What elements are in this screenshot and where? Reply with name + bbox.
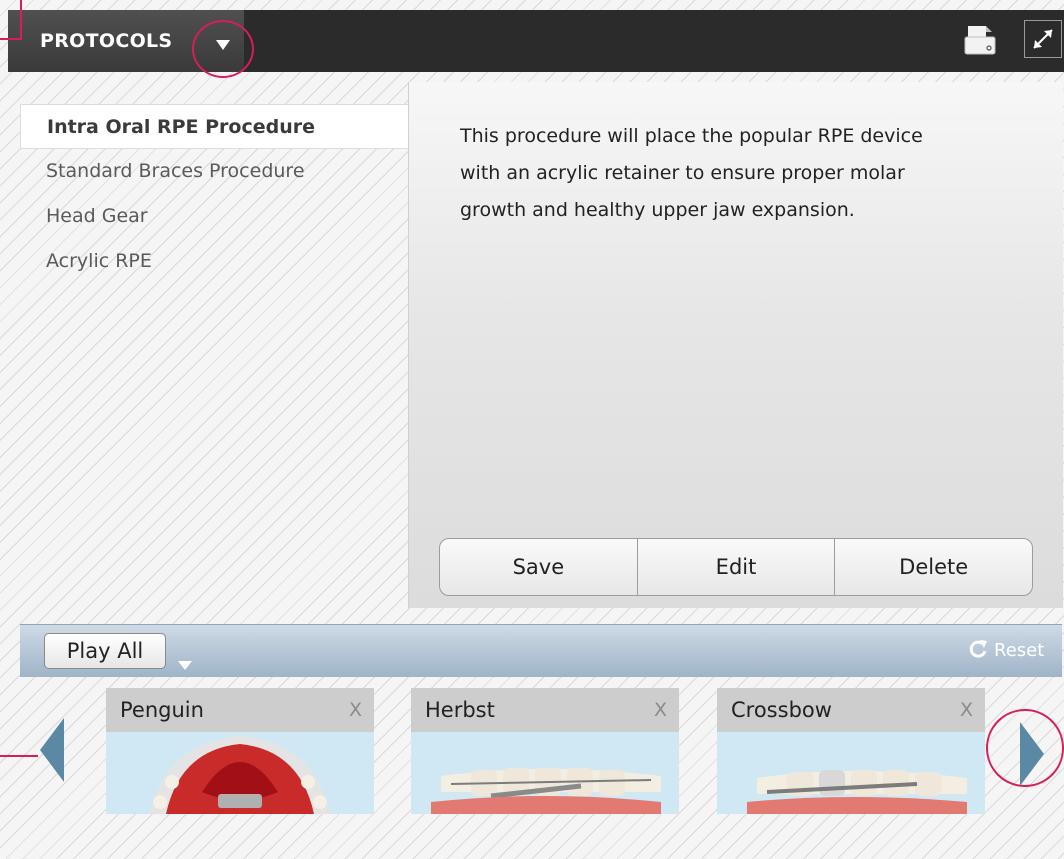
playlist-card-penguin[interactable]: Penguin X <box>106 688 374 814</box>
remove-card-button[interactable]: X <box>654 699 667 721</box>
highlight-connector <box>0 755 38 757</box>
play-all-button[interactable]: Play All <box>44 633 166 669</box>
action-button-group: Save Edit Delete <box>439 538 1033 596</box>
previous-arrow-icon[interactable] <box>40 718 64 786</box>
delete-button[interactable]: Delete <box>835 539 1032 595</box>
save-button[interactable]: Save <box>440 539 638 595</box>
edit-button[interactable]: Edit <box>638 539 836 595</box>
highlight-connector <box>0 38 22 40</box>
description-line: This procedure will place the popular RP… <box>460 125 923 147</box>
next-arrow-icon[interactable] <box>1020 722 1044 790</box>
penguin-thumbnail <box>106 732 374 814</box>
card-title: Crossbow <box>731 698 832 722</box>
expand-icon[interactable] <box>1024 20 1062 58</box>
playlist-toolbar: Play All Reset <box>20 624 1062 677</box>
playlist-card-herbst[interactable]: Herbst X <box>411 688 679 814</box>
crossbow-thumbnail <box>717 732 985 814</box>
playlist-card-crossbow[interactable]: Crossbow X <box>717 688 985 814</box>
card-title: Penguin <box>120 698 204 722</box>
highlight-connector <box>20 0 22 40</box>
protocol-list: Intra Oral RPE Procedure Standard Braces… <box>20 104 412 284</box>
play-options-caret-icon[interactable] <box>178 655 192 674</box>
protocol-item-head-gear[interactable]: Head Gear <box>20 194 412 239</box>
top-bar: PROTOCOLS <box>8 10 1064 72</box>
description-line: growth and healthy upper jaw expansion. <box>460 199 855 221</box>
remove-card-button[interactable]: X <box>960 699 973 721</box>
dropdown-highlight-ring <box>192 20 254 78</box>
description-line: with an acrylic retainer to ensure prope… <box>460 162 905 184</box>
reset-label: Reset <box>994 640 1045 661</box>
reset-button[interactable]: Reset <box>968 639 1044 664</box>
card-header: Herbst X <box>411 688 679 732</box>
procedure-description: This procedure will place the popular RP… <box>460 118 1000 229</box>
protocol-item-intra-oral-rpe[interactable]: Intra Oral RPE Procedure <box>20 104 412 149</box>
refresh-icon <box>968 639 988 664</box>
print-icon[interactable] <box>963 26 997 60</box>
protocol-item-acrylic-rpe[interactable]: Acrylic RPE <box>20 239 412 284</box>
card-title: Herbst <box>425 698 495 722</box>
card-header: Crossbow X <box>717 688 985 732</box>
remove-card-button[interactable]: X <box>349 699 362 721</box>
card-header: Penguin X <box>106 688 374 732</box>
herbst-thumbnail <box>411 732 679 814</box>
protocol-item-standard-braces[interactable]: Standard Braces Procedure <box>20 149 412 194</box>
page-title: PROTOCOLS <box>40 30 173 52</box>
description-panel: This procedure will place the popular RP… <box>408 82 1063 608</box>
